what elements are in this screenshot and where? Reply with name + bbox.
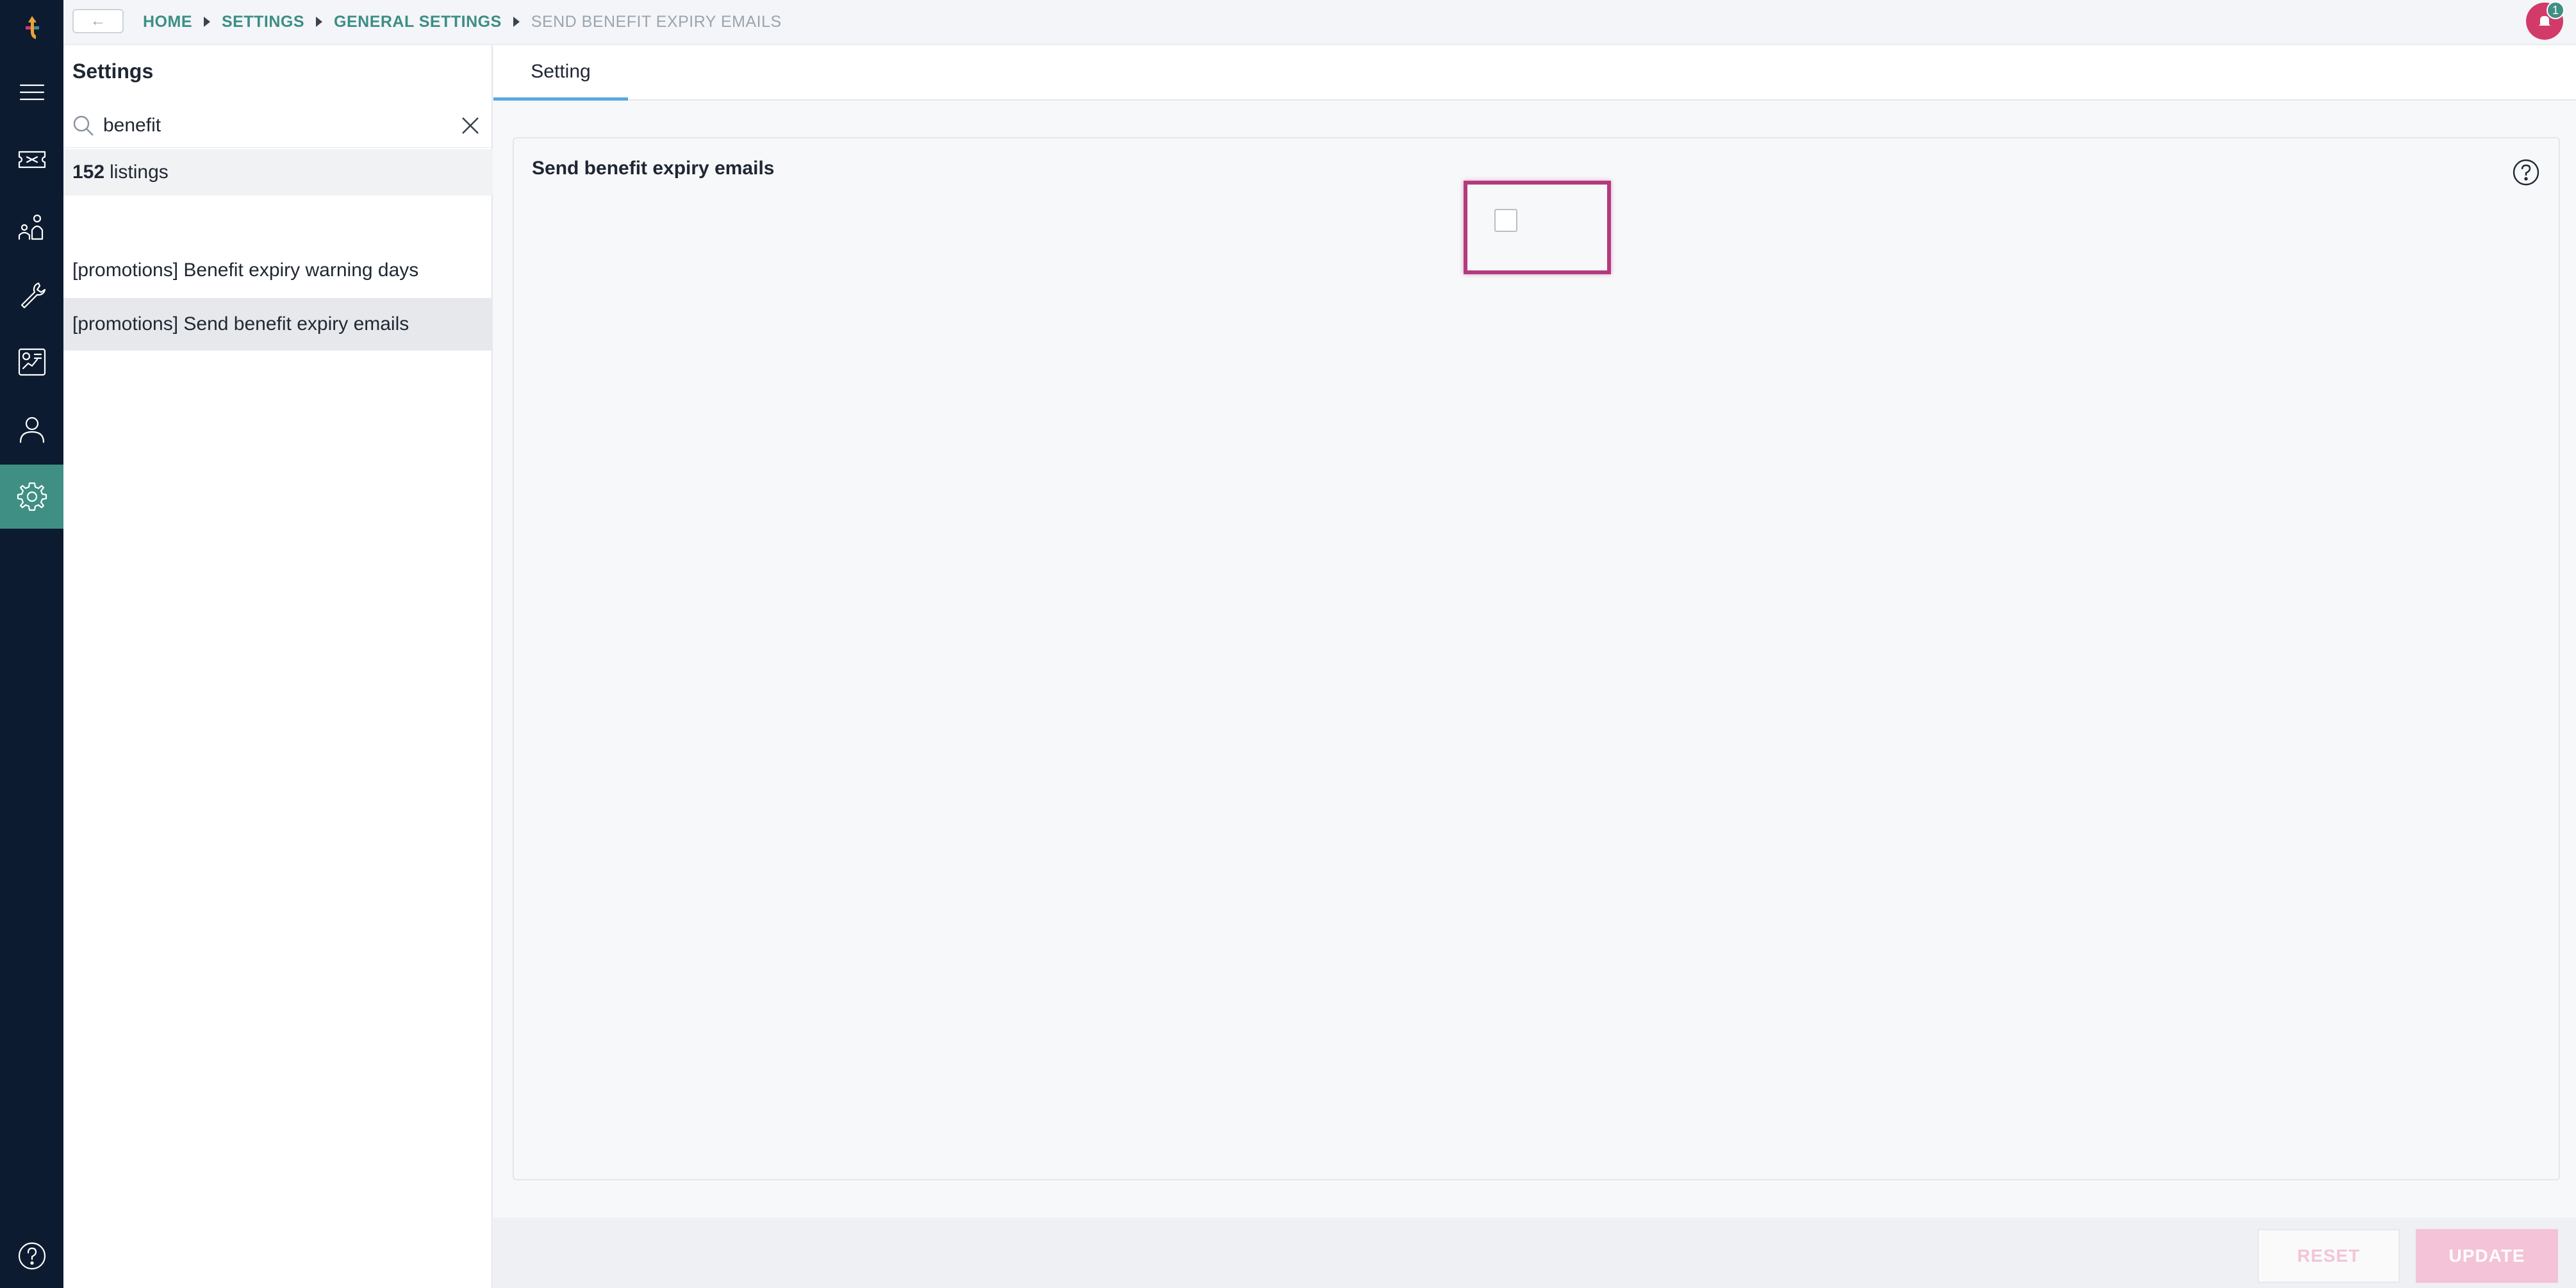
search-icon [73,115,94,136]
breadcrumb-general-settings[interactable]: GENERAL SETTINGS [334,13,502,31]
reset-button[interactable]: RESET [2258,1229,2400,1283]
tab-bar: Setting [493,45,2576,101]
close-icon [462,117,479,134]
breadcrumb-home[interactable]: HOME [143,13,192,31]
breadcrumb-settings[interactable]: SETTINGS [222,13,304,31]
ticket-icon [18,151,45,169]
rail-help-button[interactable] [0,1224,63,1288]
notification-count-badge: 1 [2547,1,2564,19]
rail-people-button[interactable] [0,195,63,260]
rail-users-button[interactable] [0,397,63,461]
breadcrumb: HOME SETTINGS GENERAL SETTINGS SEND BENE… [143,9,782,35]
report-icon [18,348,45,376]
rail-tools-button[interactable] [0,263,63,327]
highlight-box [1464,181,1611,274]
footer-bar: RESET UPDATE [493,1218,2576,1288]
logo-icon [25,16,39,39]
panel-title: Settings [72,60,154,83]
setting-help-button[interactable] [2511,158,2541,187]
notifications-avatar[interactable]: 1 [2526,1,2564,40]
tab-setting[interactable]: Setting [493,45,628,101]
clear-search-button[interactable] [459,115,481,136]
rail-settings-button[interactable] [0,465,63,529]
back-button[interactable]: ← [72,9,124,33]
help-icon [18,1242,45,1270]
update-button[interactable]: UPDATE [2416,1229,2558,1283]
gear-icon [17,482,47,511]
rail-tickets-button[interactable] [0,128,63,192]
setting-card: Send benefit expiry emails [513,137,2560,1180]
setting-label: Send benefit expiry emails [532,158,775,179]
rail-reports-button[interactable] [0,330,63,394]
list-item-selected[interactable]: [promotions] Send benefit expiry emails [63,298,493,351]
setting-checkbox[interactable] [1494,209,1517,232]
app-logo[interactable] [0,0,63,58]
breadcrumb-current: SEND BENEFIT EXPIRY EMAILS [531,12,782,31]
settings-panel: Settings 152 listings [promotions] Benef… [63,45,493,1288]
listing-count-number: 152 [72,161,105,183]
listing-count: 152 listings [63,149,493,195]
top-bar: ← HOME SETTINGS GENERAL SETTINGS SEND BE… [63,0,2576,45]
wrench-icon [21,282,45,309]
question-icon [2513,159,2539,186]
chevron-right-icon [316,17,323,27]
chevron-right-icon [204,17,210,27]
list-item[interactable]: [promotions] Benefit expiry warning days [63,244,493,297]
user-icon [19,417,44,443]
rail-menu-button[interactable] [0,60,63,124]
left-nav-rail [0,0,63,1288]
search-row [63,103,493,148]
listing-count-label: listings [110,161,169,183]
people-icon [18,214,43,240]
menu-icon [19,84,44,101]
search-input[interactable] [103,112,436,139]
chevron-right-icon [513,17,520,27]
